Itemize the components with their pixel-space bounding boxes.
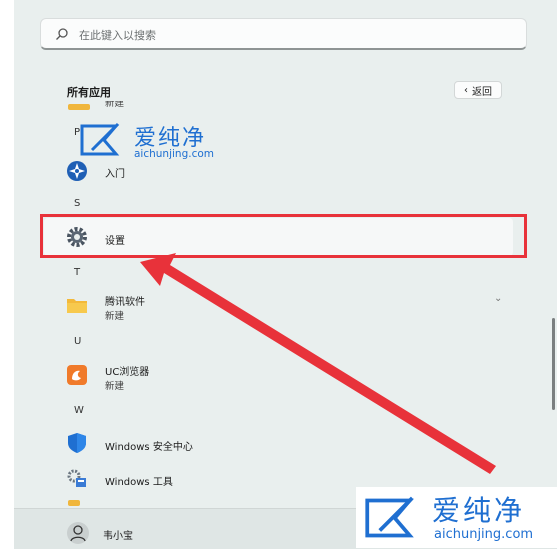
tencent-folder-icon <box>66 294 88 316</box>
watermark-mark-icon <box>80 122 120 156</box>
uc-app-sub: 新建 <box>105 381 125 392</box>
scrollbar[interactable] <box>552 318 555 410</box>
letter-t: T <box>74 267 81 278</box>
avatar[interactable] <box>67 522 89 544</box>
watermark-url: aichunjing.com <box>134 148 215 160</box>
watermark-brand: 爱纯净 <box>432 494 526 527</box>
user-name: 韦小宝 <box>103 531 133 542</box>
search-input[interactable]: 在此键入以搜索 <box>40 18 527 50</box>
windows-tools-icon <box>66 467 88 489</box>
back-button-label: 返回 <box>472 86 492 98</box>
defender-app-name: Windows 安全中心 <box>105 442 193 453</box>
search-placeholder: 在此键入以搜索 <box>79 29 156 42</box>
highlight-box <box>40 214 527 258</box>
watermark-logo-2: 爱纯净 aichunjing.com <box>356 487 557 548</box>
letter-w: W <box>74 405 84 416</box>
watermark-mark-icon <box>365 496 414 538</box>
watermark-logo-1: 爱纯净 aichunjing.com <box>78 120 248 162</box>
uc-browser-icon <box>66 364 88 386</box>
tencent-app-sub: 新建 <box>105 311 125 322</box>
partial-app-sub: 新建 <box>105 101 125 109</box>
chevron-left-icon: ‹ <box>464 84 468 96</box>
rumen-app-icon <box>66 160 88 182</box>
tools-app-name: Windows 工具 <box>105 477 173 488</box>
uc-app-name: UC浏览器 <box>105 367 150 378</box>
rumen-app-name: 入门 <box>105 169 125 180</box>
chevron-down-icon[interactable]: ⌄ <box>494 293 502 304</box>
search-icon <box>56 28 68 40</box>
letter-s: S <box>74 198 81 209</box>
partial-app-icon <box>68 104 90 110</box>
shield-icon <box>66 432 88 454</box>
user-icon <box>70 525 86 542</box>
back-button[interactable]: ‹ 返回 <box>454 81 502 99</box>
page-title: 所有应用 <box>67 86 111 99</box>
tencent-app-name: 腾讯软件 <box>105 297 145 308</box>
letter-u: U <box>74 336 82 347</box>
partial-app-icon-bottom <box>68 500 80 506</box>
watermark-url: aichunjing.com <box>434 527 534 542</box>
